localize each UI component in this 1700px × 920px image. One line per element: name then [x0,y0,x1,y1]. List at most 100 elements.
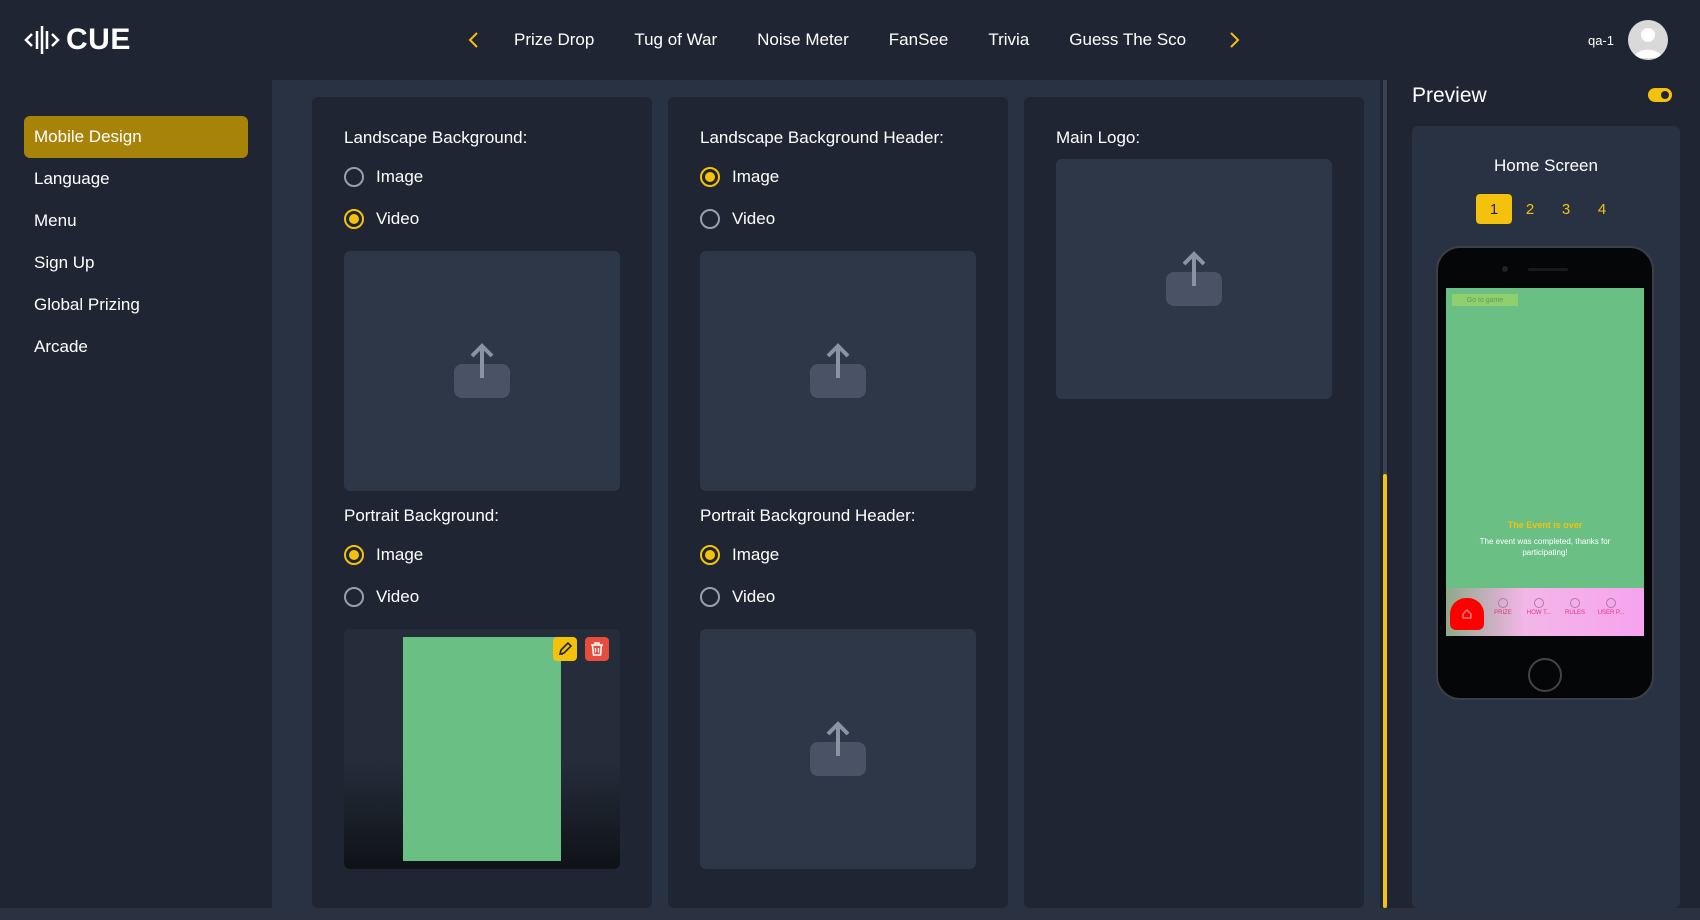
rules-icon [1570,598,1580,608]
tab-label: USER P... [1597,610,1625,616]
card-headers: Landscape Background Header: Image Video… [668,97,1008,908]
step-3[interactable]: 3 [1548,194,1584,224]
radio-label: Image [732,545,780,564]
prize-icon [1498,598,1508,608]
avatar[interactable] [1628,20,1668,60]
card-main-logo: Main Logo: [1024,97,1364,908]
phone-camera [1502,266,1508,272]
brand-logo[interactable]: CUE [24,20,131,60]
phone-home-button [1528,658,1562,692]
nav-item-prize-drop[interactable]: Prize Drop [514,30,594,50]
nav-item-trivia[interactable]: Trivia [988,30,1029,50]
scrollbar-thumb[interactable] [1383,474,1387,908]
brand-name: CUE [66,23,131,56]
step-2[interactable]: 2 [1512,194,1548,224]
radio-label: Image [376,545,424,564]
radio-circle [344,167,364,187]
preview-title: Preview [1412,84,1487,107]
logo-icon [24,26,60,54]
nav-item-guess-the-score[interactable]: Guess The Sco [1069,30,1186,50]
main-logo-upload[interactable] [1056,159,1332,399]
radio-circle-checked [344,209,364,229]
event-over-message: The event was completed, thanks for part… [1479,537,1611,557]
radio-label: Image [376,167,424,186]
pencil-icon [558,641,573,656]
radio-circle-checked [700,167,720,187]
tab-label: RULES [1564,610,1585,616]
sidebar-item-menu[interactable]: Menu [24,200,248,242]
tab-user-profile: USER P... [1594,598,1628,616]
home-tab-icon [1450,598,1484,630]
footer-strip [0,908,1700,920]
landscape-header-video-radio[interactable]: Video [700,209,775,229]
event-over-title: The Event is over [1507,520,1583,530]
portrait-bg-image-radio[interactable]: Image [344,545,423,565]
landscape-header-upload[interactable] [700,251,976,491]
main-logo-label: Main Logo: [1056,128,1141,147]
upload-icon [1166,251,1222,306]
portrait-bg-image [403,637,561,861]
landscape-bg-upload[interactable] [344,251,620,491]
radio-circle [344,587,364,607]
radio-label: Video [376,209,420,228]
upload-icon [810,343,866,398]
question-icon [1534,598,1544,608]
nav-item-tug-of-war[interactable]: Tug of War [634,30,717,50]
step-1[interactable]: 1 [1476,194,1512,224]
home-icon [1462,609,1472,619]
go-to-game-button: Go to game [1452,294,1518,306]
preview-card: Home Screen 1 2 3 4 Go to game The Event… [1412,126,1680,908]
phone-screen: Go to game The Event is over The event w… [1446,288,1644,636]
nav-item-noise-meter[interactable]: Noise Meter [757,30,849,50]
radio-label: Video [732,209,776,228]
portrait-header-image-radio[interactable]: Image [700,545,779,565]
user-icon [1606,598,1616,608]
radio-circle-checked [700,545,720,565]
nav-prev-button[interactable] [460,26,488,54]
nav-items: Prize Drop Tug of War Noise Meter FanSee… [494,30,1214,50]
portrait-bg-video-radio[interactable]: Video [344,587,419,607]
sidebar-item-mobile-design[interactable]: Mobile Design [24,116,248,158]
preview-panel: Preview Home Screen 1 2 3 4 Go to game T… [1392,80,1700,908]
radio-label: Video [732,587,776,606]
radio-label: Image [732,167,780,186]
landscape-background-label: Landscape Background: [344,128,528,147]
top-bar: CUE Prize Drop Tug of War Noise Meter Fa… [0,0,1700,80]
portrait-header-upload[interactable] [700,629,976,869]
portrait-header-video-radio[interactable]: Video [700,587,775,607]
sidebar-item-language[interactable]: Language [24,158,248,200]
main-content: Landscape Background: Image Video Portra… [272,80,1380,908]
portrait-header-label: Portrait Background Header: [700,506,916,525]
nav-next-button[interactable] [1220,26,1248,54]
phone-mockup: Go to game The Event is over The event w… [1436,246,1654,700]
nav-item-fansee[interactable]: FanSee [889,30,949,50]
landscape-bg-image-radio[interactable]: Image [344,167,423,187]
trash-icon [591,642,603,656]
sidebar-item-sign-up[interactable]: Sign Up [24,242,248,284]
delete-button[interactable] [585,637,609,661]
step-4[interactable]: 4 [1584,194,1620,224]
upload-icon [810,721,866,776]
upload-icon [454,343,510,398]
landscape-header-label: Landscape Background Header: [700,128,944,147]
step-selector: 1 2 3 4 [1476,194,1620,224]
tab-label: PRIZE [1494,610,1512,616]
tab-rules: RULES [1558,598,1592,616]
tab-label: HOW T... [1526,610,1552,616]
user-menu[interactable]: qa-1 [1588,20,1668,60]
sidebar: Mobile Design Language Menu Sign Up Glob… [0,80,272,908]
portrait-bg-thumbnail [344,629,620,869]
radio-label: Video [376,587,420,606]
phone-speaker [1528,268,1568,271]
sidebar-item-arcade[interactable]: Arcade [24,326,248,368]
radio-circle-checked [344,545,364,565]
sidebar-item-global-prizing[interactable]: Global Prizing [24,284,248,326]
radio-circle [700,209,720,229]
preview-toggle[interactable] [1648,88,1672,102]
landscape-bg-video-radio[interactable]: Video [344,209,419,229]
edit-button[interactable] [553,637,577,661]
user-name: qa-1 [1587,32,1614,48]
screen-title: Home Screen [1494,156,1598,175]
landscape-header-image-radio[interactable]: Image [700,167,779,187]
card-backgrounds: Landscape Background: Image Video Portra… [312,97,652,908]
